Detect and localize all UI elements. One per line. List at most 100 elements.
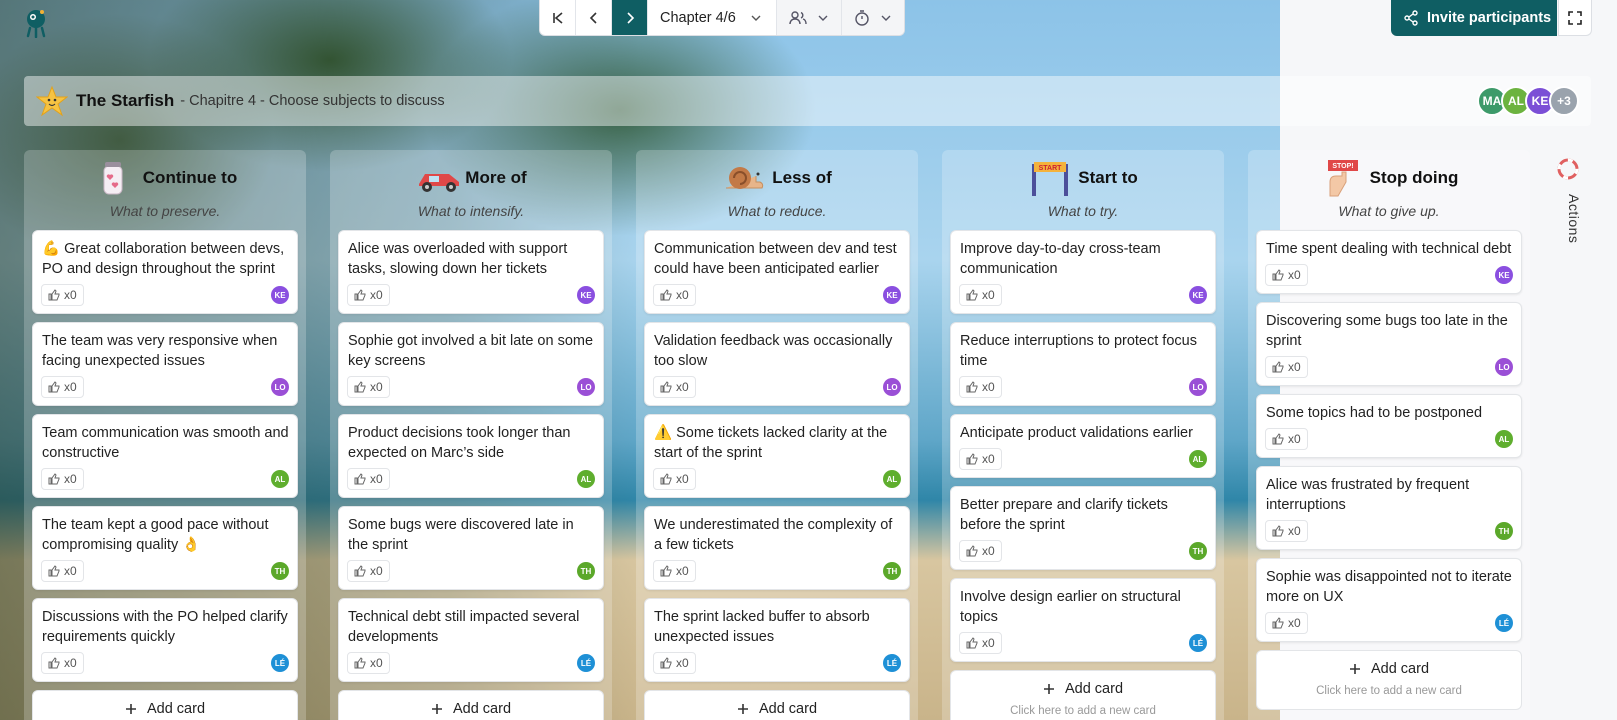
retro-card[interactable]: Technical debt still impacted several de…: [338, 598, 604, 682]
vote-button[interactable]: x0: [1265, 264, 1308, 286]
vote-count: x0: [676, 564, 689, 578]
retro-card[interactable]: The team kept a good pace without compro…: [32, 506, 298, 590]
vote-button[interactable]: x0: [653, 468, 696, 490]
author-avatar: AL: [1189, 450, 1207, 468]
chevron-down-icon: [818, 15, 828, 21]
fullscreen-button[interactable]: [1558, 0, 1592, 36]
avatar[interactable]: +3: [1549, 86, 1579, 116]
thumbs-up-icon: [966, 381, 978, 393]
vote-button[interactable]: x0: [653, 284, 696, 306]
retro-card[interactable]: Some topics had to be postponed x0 AL: [1256, 394, 1522, 458]
card-footer: x0 LO: [33, 371, 297, 403]
author-avatar: AL: [1495, 430, 1513, 448]
vote-button[interactable]: x0: [1265, 612, 1308, 634]
invite-participants-button[interactable]: Invite participants: [1391, 0, 1557, 36]
thumbs-up-icon: [966, 453, 978, 465]
retro-card[interactable]: Team communication was smooth and constr…: [32, 414, 298, 498]
vote-button[interactable]: x0: [41, 652, 84, 674]
retro-card[interactable]: Product decisions took longer than expec…: [338, 414, 604, 498]
retro-card[interactable]: Alice was frustrated by frequent interru…: [1256, 466, 1522, 550]
add-card-button[interactable]: Add cardClick here to add a new card: [644, 690, 910, 720]
next-chapter-button[interactable]: [612, 0, 648, 35]
card-footer: x0 LÉ: [951, 627, 1215, 659]
vote-button[interactable]: x0: [347, 560, 390, 582]
column-header: Less of: [636, 158, 918, 198]
retro-card[interactable]: Improve day-to-day cross-team communicat…: [950, 230, 1216, 314]
vote-button[interactable]: x0: [959, 540, 1002, 562]
vote-button[interactable]: x0: [41, 560, 84, 582]
author-avatar: KE: [883, 286, 901, 304]
retro-card[interactable]: Discovering some bugs too late in the sp…: [1256, 302, 1522, 386]
vote-button[interactable]: x0: [347, 376, 390, 398]
retro-card[interactable]: Reduce interruptions to protect focus ti…: [950, 322, 1216, 406]
vote-count: x0: [1288, 268, 1301, 282]
participants-dropdown[interactable]: [776, 0, 842, 35]
retro-card[interactable]: Involve design earlier on structural top…: [950, 578, 1216, 662]
retro-card[interactable]: The team was very responsive when facing…: [32, 322, 298, 406]
actions-panel-toggle[interactable]: Actions: [1557, 150, 1591, 260]
author-avatar: LÉ: [883, 654, 901, 672]
svg-text:START: START: [1039, 165, 1063, 172]
retro-card[interactable]: Sophie was disappointed not to iterate m…: [1256, 558, 1522, 642]
vote-button[interactable]: x0: [1265, 520, 1308, 542]
vote-button[interactable]: x0: [653, 652, 696, 674]
timer-dropdown[interactable]: [841, 0, 904, 35]
chapter-select[interactable]: Chapter 4/6: [648, 0, 777, 35]
participant-avatars[interactable]: MA AL KE +3: [1477, 86, 1579, 116]
retro-card[interactable]: Better prepare and clarify tickets befor…: [950, 486, 1216, 570]
retro-card[interactable]: Time spent dealing with technical debt x0…: [1256, 230, 1522, 294]
card-text: Product decisions took longer than expec…: [348, 425, 571, 461]
vote-button[interactable]: x0: [347, 468, 390, 490]
retro-card[interactable]: The sprint lacked buffer to absorb unexp…: [644, 598, 910, 682]
vote-button[interactable]: x0: [653, 560, 696, 582]
add-card-button[interactable]: Add cardClick here to add a new card: [338, 690, 604, 720]
author-avatar: KE: [577, 286, 595, 304]
users-icon: [789, 11, 807, 25]
thumbs-up-icon: [48, 565, 60, 577]
vote-count: x0: [676, 288, 689, 302]
vote-button[interactable]: x0: [1265, 356, 1308, 378]
retro-card[interactable]: ⚠️ Some tickets lacked clarity at the st…: [644, 414, 910, 498]
retro-card[interactable]: Validation feedback was occasionally too…: [644, 322, 910, 406]
invite-label: Invite participants: [1427, 10, 1552, 26]
add-card-button[interactable]: Add cardClick here to add a new card: [1256, 650, 1522, 710]
stop-sign-icon: STOP!: [1320, 158, 1360, 198]
app-logo-icon[interactable]: [22, 6, 50, 39]
column-title: More of: [465, 168, 527, 187]
previous-chapter-button[interactable]: [576, 0, 612, 35]
vote-button[interactable]: x0: [41, 468, 84, 490]
add-card-button[interactable]: Add cardClick here to add a new card: [950, 670, 1216, 720]
vote-button[interactable]: x0: [653, 376, 696, 398]
vote-button[interactable]: x0: [41, 376, 84, 398]
vote-button[interactable]: x0: [959, 376, 1002, 398]
card-footer: x0 TH: [951, 535, 1215, 567]
vote-button[interactable]: x0: [959, 284, 1002, 306]
thumbs-up-icon: [966, 637, 978, 649]
retro-card[interactable]: We underestimated the complexity of a fe…: [644, 506, 910, 590]
vote-button[interactable]: x0: [347, 652, 390, 674]
card-footer: x0 TH: [1257, 515, 1521, 547]
retro-card[interactable]: Some bugs were discovered late in the sp…: [338, 506, 604, 590]
vote-button[interactable]: x0: [959, 632, 1002, 654]
column-header: START Start to: [942, 158, 1224, 198]
vote-button[interactable]: x0: [347, 284, 390, 306]
vote-button[interactable]: x0: [1265, 428, 1308, 450]
vote-button[interactable]: x0: [959, 448, 1002, 470]
retro-card[interactable]: Alice was overloaded with support tasks,…: [338, 230, 604, 314]
retro-card[interactable]: 💪 Great collaboration between devs, PO a…: [32, 230, 298, 314]
add-card-button[interactable]: Add cardClick here to add a new card: [32, 690, 298, 720]
vote-button[interactable]: x0: [41, 284, 84, 306]
card-text: Involve design earlier on structural top…: [960, 589, 1181, 625]
author-avatar: LO: [1189, 378, 1207, 396]
starfish-icon: [36, 85, 68, 117]
retro-card[interactable]: Discussions with the PO helped clarify r…: [32, 598, 298, 682]
card-text: The team kept a good pace without compro…: [42, 517, 269, 553]
retro-card[interactable]: Communication between dev and test could…: [644, 230, 910, 314]
thumbs-up-icon: [1272, 269, 1284, 281]
first-chapter-button[interactable]: [540, 0, 576, 35]
card-text: Better prepare and clarify tickets befor…: [960, 497, 1168, 533]
retro-card[interactable]: Anticipate product validations earlier x0…: [950, 414, 1216, 478]
column-header: More of: [330, 158, 612, 198]
retro-card[interactable]: Sophie got involved a bit late on some k…: [338, 322, 604, 406]
add-card-hint: Click here to add a new card: [1316, 685, 1462, 697]
